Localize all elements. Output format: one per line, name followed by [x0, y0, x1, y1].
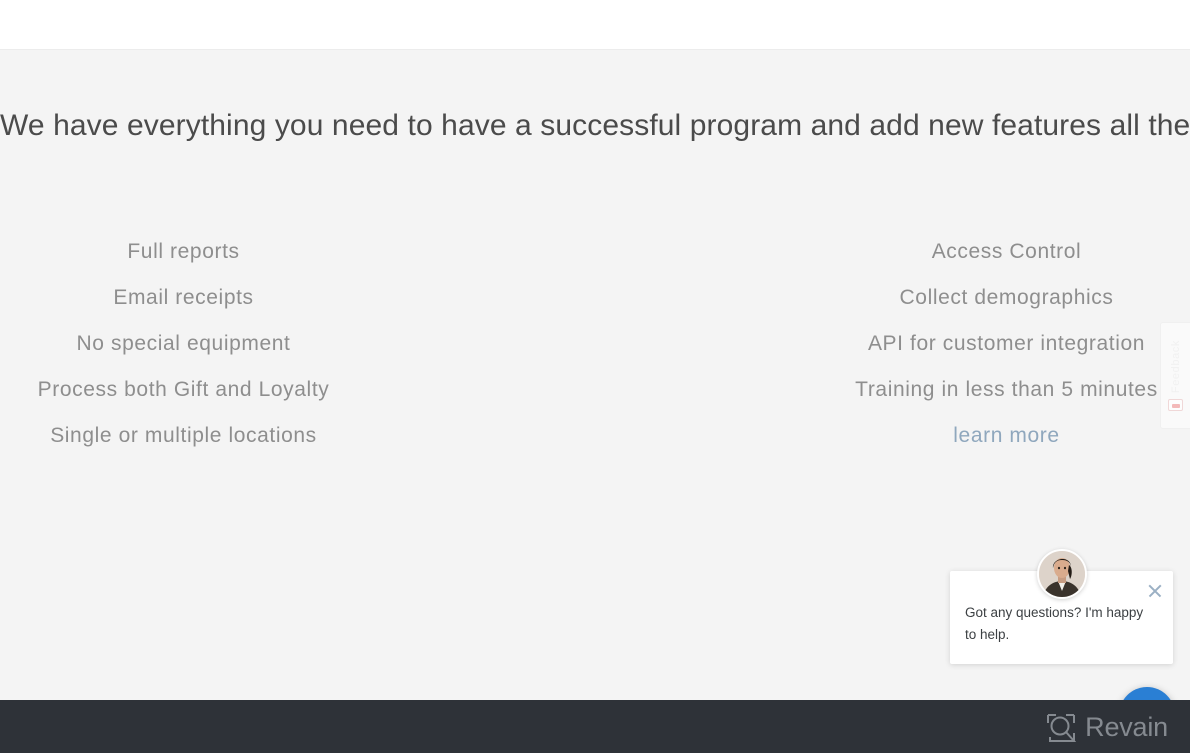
agent-avatar [1037, 549, 1087, 599]
feature-item: Process both Gift and Loyalty [37, 378, 330, 401]
feature-item: Single or multiple locations [50, 424, 317, 447]
page-headline: We have everything you need to have a su… [0, 109, 1190, 142]
close-icon[interactable] [1147, 583, 1163, 599]
page-footer: Revain [0, 700, 1190, 753]
learn-more-link[interactable]: learn more [823, 413, 1190, 459]
features-right-column: Access Control Collect demographics API … [595, 229, 1190, 459]
agent-avatar-image [1039, 551, 1085, 597]
feature-item: Full reports [127, 240, 240, 263]
feedback-face-icon [1168, 399, 1183, 412]
revain-logo-icon [1046, 713, 1077, 743]
revain-wordmark: Revain [1085, 712, 1168, 742]
feature-item: No special equipment [76, 332, 291, 355]
feature-item: Collect demographics [899, 286, 1114, 309]
revain-branding: Revain [1046, 712, 1168, 743]
chat-prompt-message: Got any questions? I'm happy to help. [965, 605, 1144, 642]
feature-item: Access Control [931, 240, 1082, 263]
feedback-tab-label: Feedback [1169, 339, 1182, 394]
feedback-tab[interactable]: Feedback [1160, 322, 1190, 429]
features-columns: Full reports Email receipts No special e… [0, 229, 1190, 459]
feature-item: API for customer integration [867, 332, 1146, 355]
feature-item: Training in less than 5 minutes [855, 378, 1158, 401]
top-navigation-bar [0, 0, 1190, 50]
feature-item: Email receipts [113, 286, 254, 309]
features-left-column: Full reports Email receipts No special e… [0, 229, 595, 459]
